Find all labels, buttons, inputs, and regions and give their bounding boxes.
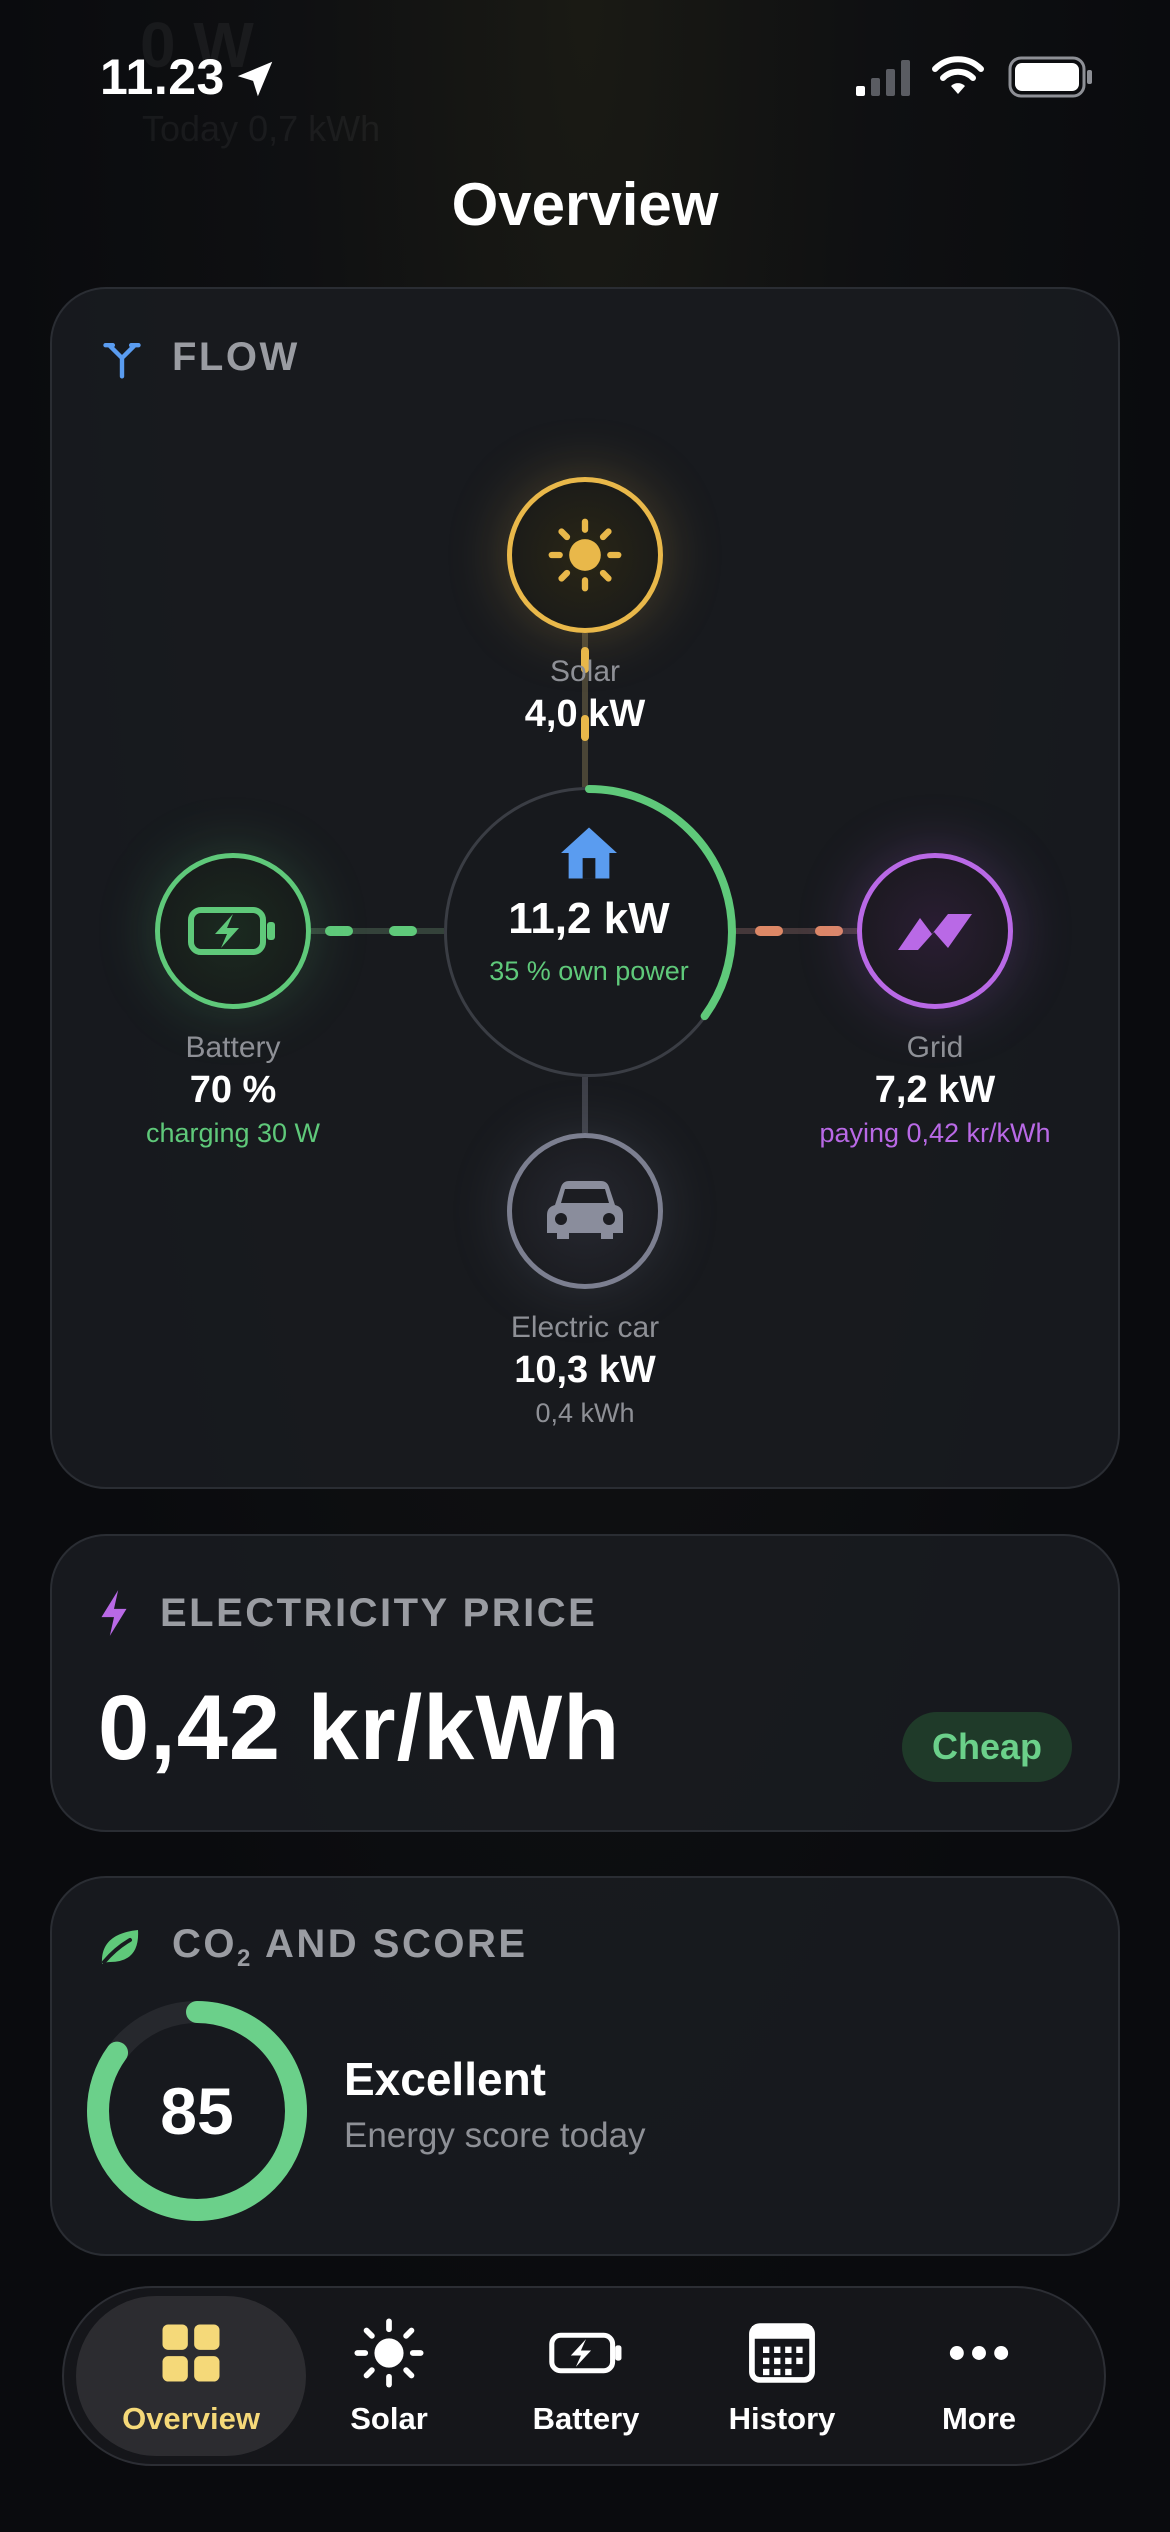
car-node[interactable] [507, 1133, 663, 1289]
car-name: Electric car [510, 1311, 660, 1344]
score-subtitle: Energy score today [344, 2116, 646, 2155]
battery-status-icon [1008, 56, 1092, 98]
price-header: ELECTRICITY PRICE [96, 1588, 597, 1638]
grid-icon [162, 2324, 220, 2382]
tab-bar: Overview Solar Battery History More [62, 2286, 1106, 2466]
tab-battery-label: Battery [532, 2401, 640, 2436]
tab-overview[interactable]: Overview [76, 2296, 306, 2456]
solar-name: Solar [549, 655, 621, 688]
flow-card: FLOW Solar 4,0 kW 11,2 kW 35 % own power… [50, 287, 1120, 1489]
page-title: Overview [451, 171, 719, 238]
tab-more[interactable]: More [864, 2296, 1094, 2456]
home-own-power: 35 % own power [489, 956, 689, 986]
grid-sub: paying 0,42 kr/kWh [819, 1118, 1051, 1148]
tab-solar-label: Solar [350, 2401, 428, 2436]
battery-label: Battery 70 % charging 30 W [33, 1031, 433, 1149]
electricity-price-card[interactable]: ELECTRICITY PRICE 0,42 kr/kWh Cheap [50, 1534, 1120, 1832]
background-ghost-today: Today 0,7 kWh [142, 108, 381, 149]
co2-header: CO2 AND SCORE [96, 1922, 528, 1973]
tab-more-label: More [941, 2401, 1017, 2436]
grid-name: Grid [906, 1031, 964, 1064]
score-rating: Excellent [344, 2053, 546, 2105]
home-value: 11,2 kW [508, 894, 670, 943]
price-value: 0,42 kr/kWh [98, 1677, 621, 1779]
solar-label: Solar 4,0 kW [385, 655, 785, 736]
home-content: 11,2 kW 35 % own power [444, 825, 734, 988]
battery-icon [549, 2332, 622, 2374]
price-badge: Cheap [901, 1712, 1072, 1782]
status-bar: 0 W Today 0,7 kWh 11.23 [0, 0, 1170, 150]
tab-history-label: History [728, 2401, 836, 2436]
grid-node[interactable] [857, 853, 1013, 1009]
price-header-label: ELECTRICITY PRICE [160, 1590, 598, 1635]
leaf-icon [101, 1929, 139, 1964]
score-value: 85 [160, 2074, 234, 2148]
co2-score-card[interactable]: CO2 AND SCORE 85 Excellent Energy score … [50, 1876, 1120, 2256]
grid-value: 7,2 kW [874, 1069, 996, 1111]
co2-header-label: CO2 AND SCORE [172, 1922, 528, 1972]
calendar-icon [749, 2323, 815, 2383]
tab-history[interactable]: History [667, 2296, 897, 2456]
more-icon [949, 2346, 1009, 2360]
house-icon [561, 827, 617, 879]
tab-solar[interactable]: Solar [274, 2296, 504, 2456]
grid-label: Grid 7,2 kW paying 0,42 kr/kWh [735, 1031, 1135, 1149]
status-time: 11.23 [100, 49, 225, 105]
grid-zigzag-icon [898, 914, 972, 950]
car-value: 10,3 kW [514, 1349, 656, 1391]
battery-node[interactable] [155, 853, 311, 1009]
solar-value: 4,0 kW [524, 693, 646, 735]
car-sub: 0,4 kWh [535, 1398, 635, 1428]
tab-overview-label: Overview [122, 2401, 260, 2436]
battery-value: 70 % [189, 1069, 277, 1111]
wifi-icon [932, 56, 984, 94]
sun-icon [354, 2318, 424, 2388]
cellular-signal-icon [856, 60, 910, 96]
battery-sub: charging 30 W [145, 1118, 321, 1148]
solar-node[interactable] [507, 477, 663, 633]
car-label: Electric car 10,3 kW 0,4 kWh [385, 1311, 785, 1429]
battery-charging-icon [188, 907, 275, 955]
battery-name: Battery [185, 1031, 281, 1064]
location-arrow-icon [237, 61, 273, 97]
lightning-icon [101, 1590, 127, 1636]
car-icon [547, 1181, 623, 1239]
sun-icon [548, 518, 622, 592]
